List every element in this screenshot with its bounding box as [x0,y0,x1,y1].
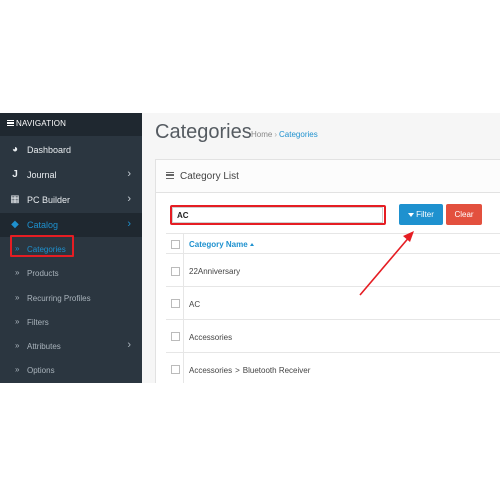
filter-icon [408,213,415,217]
tag-icon: ◆ [11,219,19,230]
sidebar-subitem-recurring-profiles[interactable]: » Recurring Profiles [0,286,142,310]
sidebar-subitem-label: Products [27,269,59,278]
category-name-cell: AC [189,300,201,309]
navigation-header[interactable]: NAVIGATION [0,113,142,136]
breadcrumb-current[interactable]: Categories [279,130,318,139]
dashboard-icon: ◕ [11,144,19,155]
category-child-name: Bluetooth Receiver [242,366,311,375]
sidebar-subitem-label: Recurring Profiles [27,294,91,303]
sidebar-item-label: Catalog [27,220,59,230]
select-all-checkbox[interactable] [171,240,180,249]
table-row: Accessories > Bluetooth Receiver [166,352,500,383]
sidebar-item-pc-builder[interactable]: ▦ PC Builder › [0,188,142,212]
table-row: AC [166,286,500,320]
category-name-cell: Accessories > Bluetooth Receiver [189,366,310,375]
category-parent-name: Accessories [189,366,233,375]
sidebar-subitem-filters[interactable]: » Filters [0,310,142,334]
row-checkbox[interactable] [171,332,180,341]
filter-button[interactable]: Filter [399,204,443,225]
column-header-label: Category Name [189,240,248,249]
filter-button-label: Filter [416,210,434,219]
row-checkbox[interactable] [171,365,180,374]
double-chevron-icon: » [15,293,20,302]
row-checkbox[interactable] [171,267,180,276]
page-title: Categories [155,121,252,143]
sort-ascending-icon [249,243,254,246]
sidebar-subitem-products[interactable]: » Products [0,261,142,285]
table-header-row: Category Name [166,233,500,254]
category-name-column-header[interactable]: Category Name [189,240,254,249]
column-divider [183,353,184,383]
clear-button-label: Clear [454,210,474,219]
panel-heading: Category List [156,160,500,193]
puzzle-icon: ▦ [10,194,20,205]
double-chevron-icon: » [15,317,20,326]
category-name-filter-input[interactable] [172,207,383,223]
table-row: 22Anniversary [166,253,500,287]
clear-button[interactable]: Clear [446,204,482,225]
sidebar-subitem-options[interactable]: » Options [0,358,142,382]
sidebar-item-dashboard[interactable]: ◕ Dashboard [0,138,142,162]
sidebar-subitem-label: Options [27,366,55,375]
sidebar-item-label: PC Builder [27,195,71,205]
column-divider [183,234,184,254]
sidebar-item-journal[interactable]: J Journal › [0,163,142,187]
breadcrumb-home[interactable]: Home [251,130,272,139]
breadcrumb: Home › Categories [251,130,318,139]
journal-icon: J [12,169,18,180]
sidebar: NAVIGATION ◕ Dashboard J Journal › ▦ PC … [0,113,142,383]
chevron-right-icon: › [127,218,131,230]
sidebar-item-label: Journal [27,170,57,180]
table-row: Accessories [166,319,500,353]
screenshot-region: NAVIGATION ◕ Dashboard J Journal › ▦ PC … [0,113,500,383]
categories-highlight-box [10,235,74,257]
list-icon [166,172,174,179]
double-chevron-icon: » [15,365,20,374]
sidebar-subitem-label: Filters [27,318,49,327]
panel-title: Category List [180,171,239,182]
double-chevron-icon: » [15,341,20,350]
menu-icon [7,120,14,126]
column-divider [183,287,184,320]
category-name-cell: 22Anniversary [189,267,241,276]
navigation-label: NAVIGATION [16,119,67,128]
chevron-right-icon: › [127,339,131,351]
chevron-right-icon: › [127,168,131,180]
chevron-right-icon: › [127,193,131,205]
column-divider [183,320,184,353]
double-chevron-icon: » [15,268,20,277]
sidebar-item-catalog[interactable]: ◆ Catalog › [0,213,142,237]
category-path-separator: > [235,366,240,375]
column-divider [183,254,184,287]
category-list-panel: Category List Filter Clear Category Name… [155,159,500,383]
row-checkbox[interactable] [171,299,180,308]
category-name-cell: Accessories [189,333,233,342]
sidebar-subitem-label: Attributes [27,342,61,351]
sidebar-item-label: Dashboard [27,145,72,155]
breadcrumb-separator-icon: › [274,130,278,139]
sidebar-subitem-attributes[interactable]: » Attributes › [0,334,142,358]
